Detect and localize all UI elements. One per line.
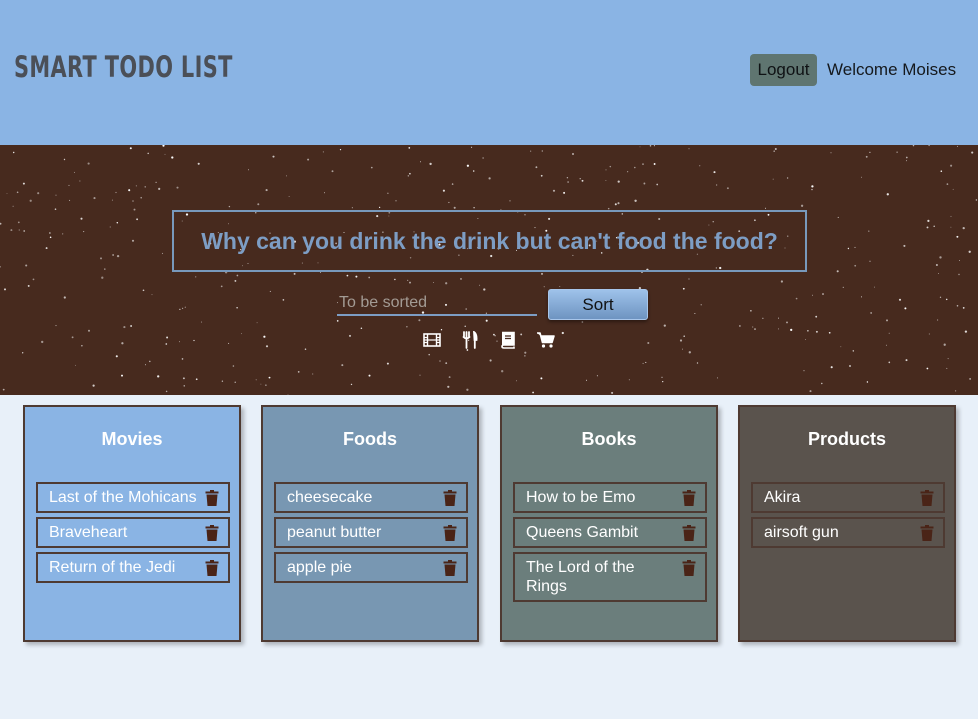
list-item-label: cheesecake: [287, 489, 373, 506]
list-item-label: Last of the Mohicans: [49, 489, 197, 506]
category-card-movies: Movies Last of the Mohicans Braveheart Retu…: [23, 405, 241, 642]
trash-icon[interactable]: [205, 560, 219, 576]
list-item-label: Akira: [764, 489, 801, 506]
trash-icon[interactable]: [682, 560, 696, 576]
list-item[interactable]: cheesecake: [274, 482, 468, 513]
list-item-label: How to be Emo: [526, 489, 636, 506]
list-item-label: Braveheart: [49, 524, 128, 541]
list-item-label: airsoft gun: [764, 524, 839, 541]
film-icon[interactable]: [422, 331, 442, 349]
list-item[interactable]: The Lord of the Rings: [513, 552, 707, 602]
list-item[interactable]: apple pie: [274, 552, 468, 583]
card-title: Books: [581, 429, 637, 449]
card-title: Movies: [101, 429, 163, 449]
question-text: Why can you drink the drink but can't fo…: [201, 227, 778, 254]
list-item[interactable]: Queens Gambit: [513, 517, 707, 548]
card-title: Foods: [343, 429, 397, 449]
list-item[interactable]: How to be Emo: [513, 482, 707, 513]
utensils-icon[interactable]: [460, 331, 480, 349]
cart-icon[interactable]: [536, 331, 556, 349]
trash-icon[interactable]: [205, 490, 219, 506]
list-item[interactable]: Return of the Jedi: [36, 552, 230, 583]
trash-icon[interactable]: [443, 525, 457, 541]
list-item-label: Queens Gambit: [526, 524, 639, 541]
list-item[interactable]: airsoft gun: [751, 517, 945, 548]
list-item[interactable]: Akira: [751, 482, 945, 513]
header: SMART TODO LIST Logout Welcome Moises: [0, 0, 978, 145]
question-box: Why can you drink the drink but can't fo…: [172, 210, 807, 272]
list-item-label: Return of the Jedi: [49, 559, 176, 576]
welcome-text: Welcome Moises: [827, 60, 957, 79]
trash-icon[interactable]: [682, 525, 696, 541]
category-card-foods: Foods cheesecake peanut butter apple pie: [261, 405, 479, 642]
trash-icon[interactable]: [682, 490, 696, 506]
trash-icon[interactable]: [920, 490, 934, 506]
category-card-products: Products Akira airsoft gun: [738, 405, 956, 642]
list-item[interactable]: Last of the Mohicans: [36, 482, 230, 513]
trash-icon[interactable]: [205, 525, 219, 541]
list-item-label: The Lord of the Rings: [526, 559, 635, 595]
list-item-label: peanut butter: [287, 524, 382, 541]
to-be-sorted-input[interactable]: [337, 292, 537, 316]
logout-button[interactable]: Logout: [750, 54, 817, 86]
hero-section: Why can you drink the drink but can't fo…: [0, 145, 978, 395]
list-item[interactable]: Braveheart: [36, 517, 230, 548]
list-item-label: apple pie: [287, 559, 352, 576]
trash-icon[interactable]: [920, 525, 934, 541]
category-card-books: Books How to be Emo Queens Gambit The Lord …: [500, 405, 718, 642]
book-icon[interactable]: [498, 331, 518, 349]
trash-icon[interactable]: [443, 490, 457, 506]
sort-button[interactable]: Sort: [548, 289, 648, 320]
app-logo[interactable]: SMART TODO LIST: [14, 50, 233, 84]
list-item[interactable]: peanut butter: [274, 517, 468, 548]
card-title: Products: [807, 429, 886, 449]
trash-icon[interactable]: [443, 560, 457, 576]
